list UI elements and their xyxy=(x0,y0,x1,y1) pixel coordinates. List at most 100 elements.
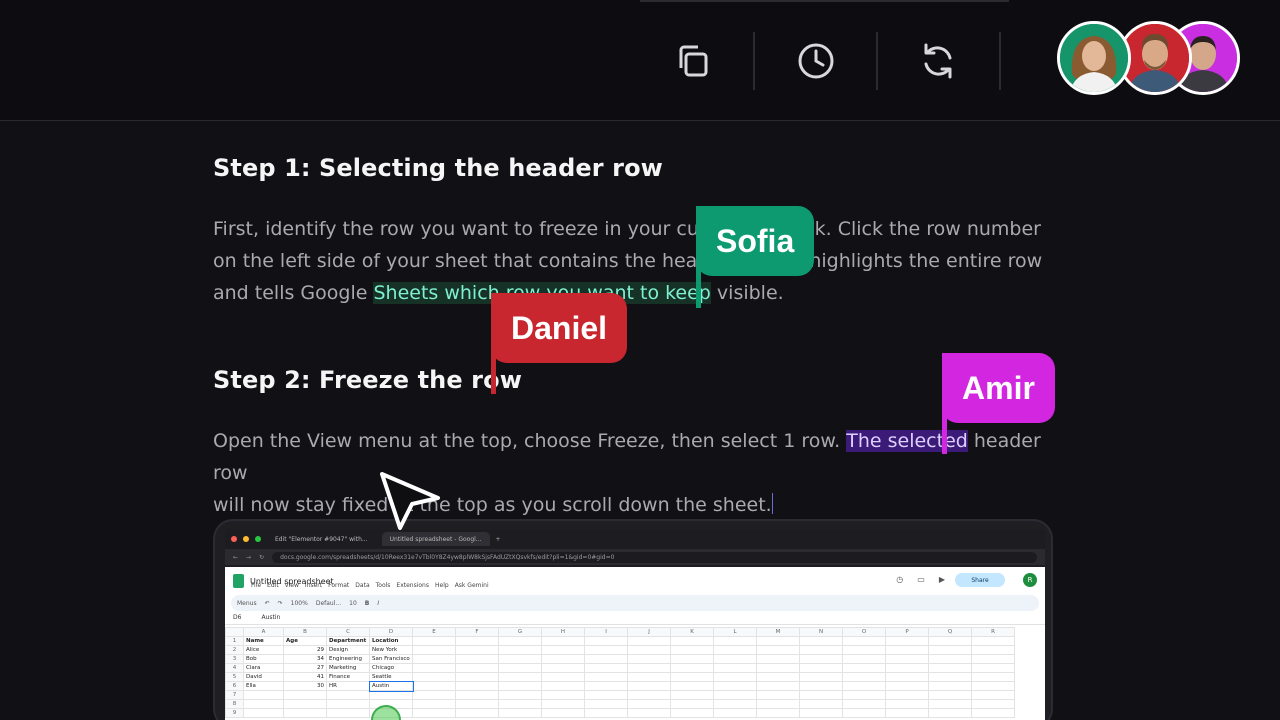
table-cell[interactable] xyxy=(842,699,886,709)
table-cell[interactable] xyxy=(713,699,757,709)
new-tab-icon[interactable]: + xyxy=(496,536,501,543)
refresh-icon[interactable] xyxy=(913,36,963,86)
table-cell[interactable] xyxy=(584,663,628,673)
table-cell[interactable] xyxy=(885,690,929,700)
row-header[interactable]: 9 xyxy=(225,708,244,718)
column-header[interactable]: C xyxy=(326,627,370,637)
table-cell[interactable] xyxy=(498,690,542,700)
table-cell[interactable] xyxy=(971,672,1015,682)
column-header[interactable]: E xyxy=(412,627,456,637)
table-cell[interactable] xyxy=(455,690,499,700)
maximize-dot[interactable] xyxy=(255,536,261,542)
user-avatar[interactable]: R xyxy=(1023,573,1037,587)
table-cell[interactable] xyxy=(713,645,757,655)
row-header[interactable]: 1 xyxy=(225,636,244,646)
table-cell[interactable] xyxy=(627,654,671,664)
table-cell[interactable] xyxy=(584,654,628,664)
table-cell[interactable] xyxy=(455,708,499,718)
table-cell[interactable] xyxy=(713,708,757,718)
table-cell[interactable] xyxy=(842,690,886,700)
table-cell[interactable] xyxy=(713,681,757,691)
table-cell[interactable] xyxy=(799,690,843,700)
table-cell[interactable]: Age xyxy=(283,636,327,646)
redo-icon[interactable]: ↷ xyxy=(278,600,283,607)
table-cell[interactable] xyxy=(756,672,800,682)
table-cell[interactable] xyxy=(627,708,671,718)
table-cell[interactable] xyxy=(885,708,929,718)
table-cell[interactable] xyxy=(713,690,757,700)
table-cell[interactable] xyxy=(885,636,929,646)
table-cell[interactable] xyxy=(799,708,843,718)
column-header[interactable]: G xyxy=(498,627,542,637)
table-cell[interactable] xyxy=(799,645,843,655)
table-cell[interactable] xyxy=(455,672,499,682)
cell-reference[interactable]: D6 xyxy=(233,614,241,621)
table-cell[interactable] xyxy=(799,663,843,673)
column-header[interactable]: A xyxy=(243,627,284,637)
table-cell[interactable] xyxy=(885,645,929,655)
table-cell[interactable] xyxy=(670,636,714,646)
forward-icon[interactable]: → xyxy=(246,554,251,561)
select-all-corner[interactable] xyxy=(225,627,244,637)
table-cell[interactable] xyxy=(971,690,1015,700)
column-header[interactable]: N xyxy=(799,627,843,637)
table-cell[interactable] xyxy=(971,636,1015,646)
table-cell[interactable] xyxy=(498,654,542,664)
table-cell[interactable] xyxy=(670,654,714,664)
table-cell[interactable]: 27 xyxy=(283,663,327,673)
table-cell[interactable] xyxy=(498,663,542,673)
table-cell[interactable] xyxy=(627,636,671,646)
font-size-field[interactable]: 10 xyxy=(349,600,357,607)
table-cell[interactable] xyxy=(412,699,456,709)
table-cell[interactable] xyxy=(412,663,456,673)
table-cell[interactable]: Clara xyxy=(243,663,284,673)
table-cell[interactable] xyxy=(541,699,585,709)
table-cell[interactable] xyxy=(584,681,628,691)
table-cell[interactable] xyxy=(455,636,499,646)
table-cell[interactable] xyxy=(541,708,585,718)
avatar-sofia[interactable] xyxy=(1057,21,1131,95)
table-cell[interactable] xyxy=(928,663,972,673)
row-header[interactable]: 2 xyxy=(225,645,244,655)
table-cell[interactable] xyxy=(627,645,671,655)
table-cell[interactable] xyxy=(670,645,714,655)
table-cell[interactable] xyxy=(971,699,1015,709)
italic-icon[interactable]: I xyxy=(377,600,379,607)
table-cell[interactable]: HR xyxy=(326,681,370,691)
table-cell[interactable] xyxy=(584,708,628,718)
column-header[interactable]: H xyxy=(541,627,585,637)
column-header[interactable]: D xyxy=(369,627,413,637)
table-cell[interactable] xyxy=(713,636,757,646)
table-cell[interactable] xyxy=(971,645,1015,655)
table-cell[interactable] xyxy=(928,636,972,646)
table-cell[interactable]: Engineering xyxy=(326,654,370,664)
menu-data[interactable]: Data xyxy=(355,582,369,589)
table-cell[interactable] xyxy=(283,699,327,709)
column-header[interactable]: K xyxy=(670,627,714,637)
font-select[interactable]: Defaul... xyxy=(316,600,341,607)
table-cell[interactable] xyxy=(971,654,1015,664)
table-cell[interactable] xyxy=(498,645,542,655)
table-cell[interactable] xyxy=(799,699,843,709)
table-cell[interactable] xyxy=(243,699,284,709)
table-cell[interactable] xyxy=(670,663,714,673)
menu-view[interactable]: View xyxy=(285,582,299,589)
table-cell[interactable] xyxy=(670,690,714,700)
table-cell[interactable] xyxy=(541,690,585,700)
table-cell[interactable]: Seattle xyxy=(369,672,413,682)
table-cell[interactable] xyxy=(584,636,628,646)
column-header[interactable]: J xyxy=(627,627,671,637)
table-cell[interactable] xyxy=(455,681,499,691)
table-cell[interactable] xyxy=(243,708,284,718)
table-cell[interactable] xyxy=(326,708,370,718)
table-cell[interactable] xyxy=(541,663,585,673)
table-cell[interactable] xyxy=(498,636,542,646)
table-cell[interactable] xyxy=(885,681,929,691)
table-cell[interactable] xyxy=(928,708,972,718)
row-header[interactable]: 4 xyxy=(225,663,244,673)
comment-icon[interactable]: ▭ xyxy=(917,575,925,584)
table-cell[interactable] xyxy=(541,654,585,664)
row-header[interactable]: 8 xyxy=(225,699,244,709)
menu-tools[interactable]: Tools xyxy=(376,582,391,589)
table-cell[interactable] xyxy=(498,672,542,682)
